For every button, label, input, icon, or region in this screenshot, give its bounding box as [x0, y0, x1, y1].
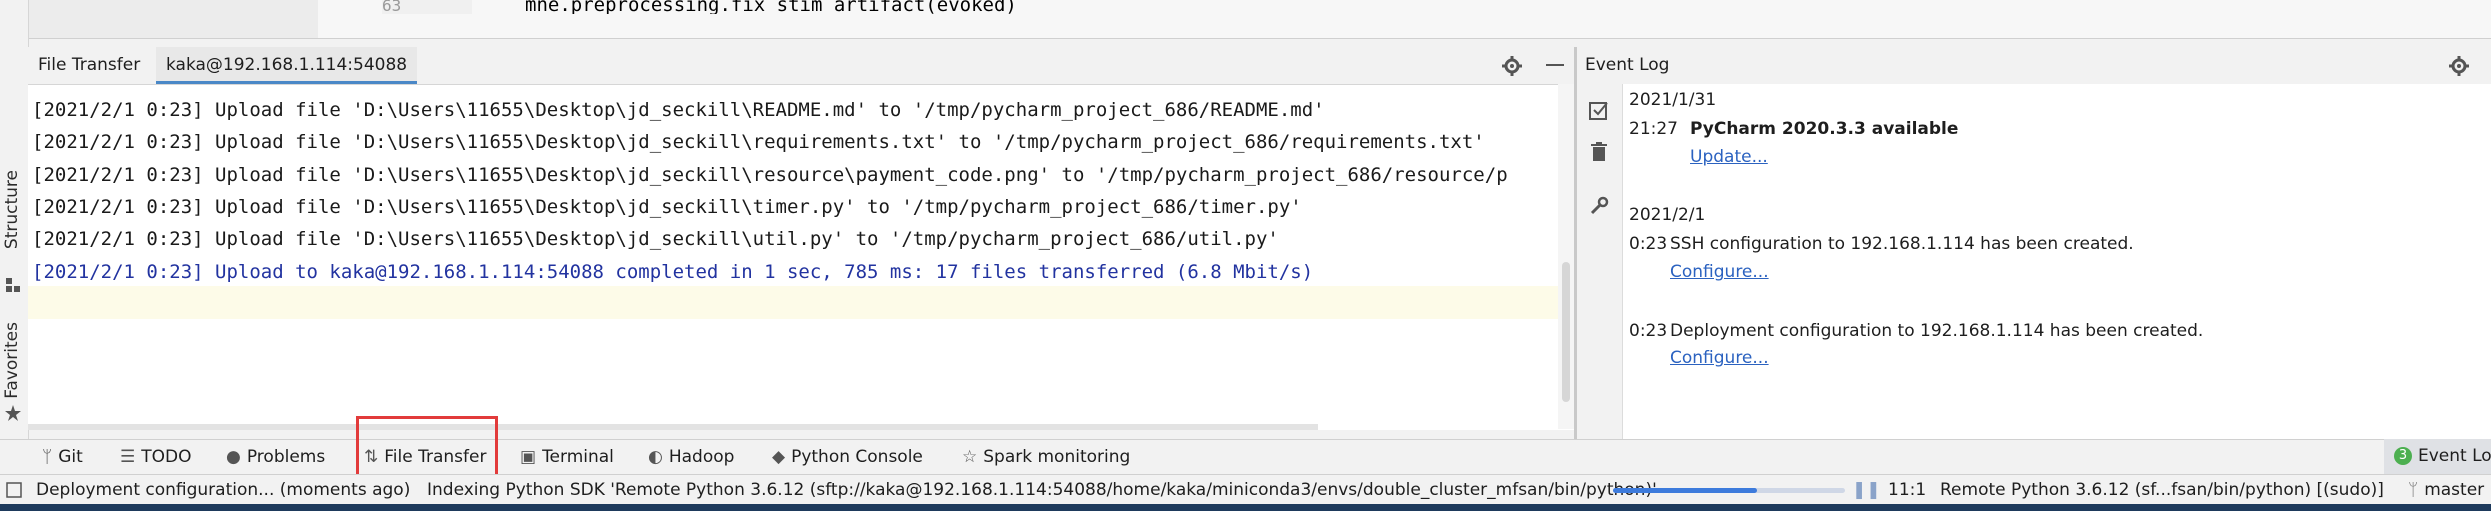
highlight-box: [356, 416, 498, 480]
deployment-status[interactable]: Deployment configuration... (moments ago…: [36, 475, 410, 505]
event-log-body: 2021/1/31 21:27 PyCharm 2020.3.3 availab…: [1623, 84, 2491, 439]
editor-code-line[interactable]: mne.preprocessing.fix_stim_artifact(evok…: [525, 0, 1925, 14]
python-icon: ◆: [772, 447, 786, 467]
list-icon: ☰: [120, 447, 136, 467]
horizontal-scrollbar[interactable]: [28, 424, 1318, 430]
configure-link[interactable]: Configure...: [1670, 262, 1769, 282]
update-link[interactable]: Update...: [1690, 147, 1768, 167]
event-log-actions: [1577, 84, 1623, 439]
star-icon: [5, 405, 21, 421]
event-message: Deployment configuration to 192.168.1.11…: [1670, 321, 2204, 341]
spark-icon: ☆: [962, 447, 978, 467]
tw-event-log[interactable]: 3 Event Lo: [2384, 439, 2491, 474]
info-icon: ●: [226, 447, 241, 467]
status-bar: Deployment configuration... (moments ago…: [0, 474, 2491, 505]
indexing-status: Indexing Python SDK 'Remote Python 3.6.1…: [427, 480, 1657, 500]
configure-link[interactable]: Configure...: [1670, 348, 1769, 368]
log-line: [2021/2/1 0:23] Upload file 'D:\Users\11…: [32, 131, 1485, 153]
event-log-title: Event Log: [1585, 55, 1670, 75]
git-branch[interactable]: ᛘ master: [2408, 475, 2484, 505]
event-date: 2021/1/31: [1629, 90, 1717, 110]
pause-icon[interactable]: ❚❚: [1852, 475, 1881, 505]
file-transfer-log[interactable]: [2021/2/1 0:23] Upload file 'D:\Users\11…: [28, 84, 1574, 430]
branch-icon: ᛘ: [2408, 480, 2419, 500]
indexing-progress-fill: [1613, 488, 1757, 493]
event-time: 21:27: [1629, 119, 1678, 139]
tw-python-console[interactable]: ◆ Python Console: [772, 440, 923, 475]
cursor-position[interactable]: 11:1: [1888, 475, 1926, 505]
log-line: [2021/2/1 0:23] Upload file 'D:\Users\11…: [32, 228, 1279, 250]
taskbar-edge: [0, 504, 2491, 511]
favorites-tool-button[interactable]: Favorites: [2, 322, 22, 399]
trash-icon[interactable]: [1590, 142, 1608, 162]
vertical-scrollbar-thumb[interactable]: [1562, 262, 1570, 402]
event-title: PyCharm 2020.3.3 available: [1690, 119, 1959, 139]
editor-line-number: 63: [382, 0, 472, 14]
event-time: 0:23: [1629, 234, 1668, 254]
hadoop-icon: ◐: [648, 447, 663, 467]
project-panel-edge: [28, 0, 318, 38]
tw-git[interactable]: ᛘ Git: [42, 440, 83, 475]
log-line: [2021/2/1 0:23] Upload file 'D:\Users\11…: [32, 99, 1325, 121]
structure-tool-button[interactable]: Structure: [2, 170, 22, 249]
tw-terminal[interactable]: ▣ Terminal: [520, 440, 614, 475]
event-time: 0:23: [1629, 321, 1668, 341]
window-icon[interactable]: [6, 482, 22, 498]
structure-icon: [6, 278, 20, 292]
interpreter-selector[interactable]: Remote Python 3.6.12 (sf...fsan/bin/pyth…: [1940, 475, 2384, 505]
tab-session[interactable]: kaka@192.168.1.114:54088: [156, 47, 418, 84]
branch-icon: ᛘ: [42, 447, 53, 467]
log-line: [2021/2/1 0:23] Upload file 'D:\Users\11…: [32, 196, 1302, 218]
log-summary-line: [2021/2/1 0:23] Upload to kaka@192.168.1…: [32, 261, 1314, 283]
gear-icon[interactable]: [2449, 56, 2469, 76]
file-transfer-title: File Transfer: [38, 55, 141, 75]
minimize-icon[interactable]: [1546, 64, 1564, 68]
file-transfer-header: File Transfer kaka@192.168.1.114:54088: [28, 47, 1574, 84]
event-log-header: Event Log: [1577, 47, 2491, 84]
event-count-badge: 3: [2394, 447, 2412, 465]
event-message: SSH configuration to 192.168.1.114 has b…: [1670, 234, 2134, 254]
gear-icon[interactable]: [1502, 56, 1522, 76]
tw-spark-monitoring[interactable]: ☆ Spark monitoring: [962, 440, 1130, 475]
log-line: [2021/2/1 0:23] Upload file 'D:\Users\11…: [32, 164, 1508, 186]
left-tool-strip: Structure Favorites: [0, 0, 29, 460]
tw-todo[interactable]: ☰ TODO: [120, 440, 192, 475]
tw-hadoop[interactable]: ◐ Hadoop: [648, 440, 734, 475]
caret-row-highlight: [28, 286, 1558, 319]
event-date: 2021/2/1: [1629, 205, 1706, 225]
tw-problems[interactable]: ● Problems: [226, 440, 325, 475]
mark-read-icon[interactable]: [1589, 100, 1609, 120]
wrench-icon[interactable]: [1589, 196, 1609, 216]
terminal-icon: ▣: [520, 447, 537, 467]
